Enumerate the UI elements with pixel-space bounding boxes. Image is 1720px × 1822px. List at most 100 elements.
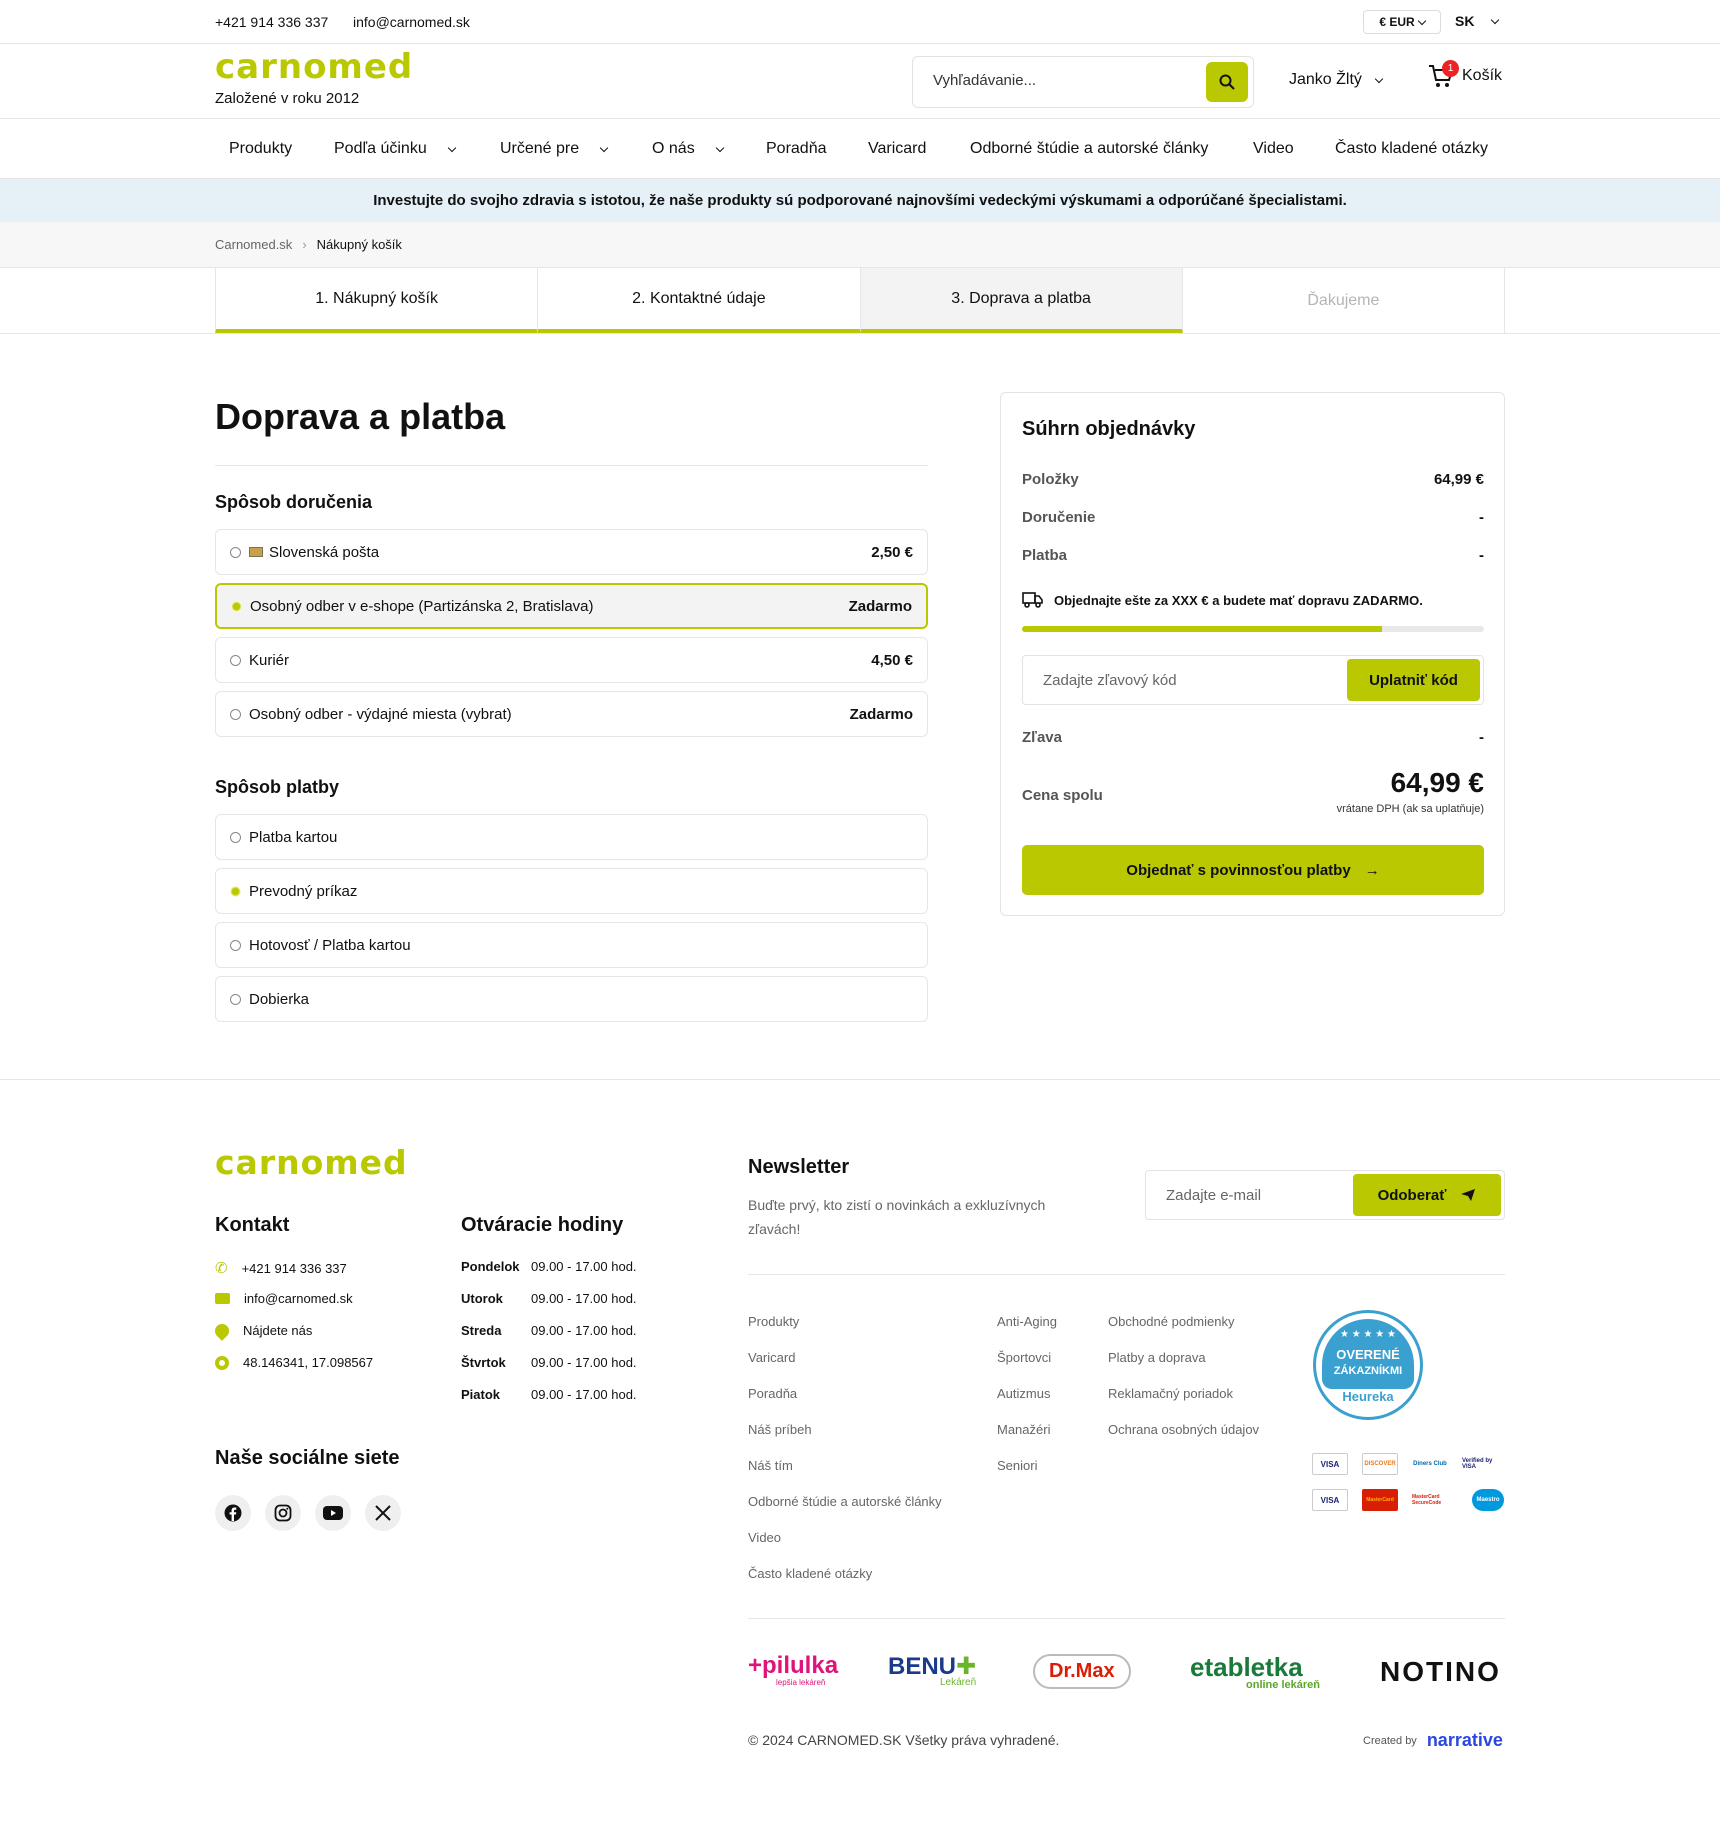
hours-day: Štvrtok (461, 1355, 506, 1370)
delivery-option-posta[interactable]: Slovenská pošta 2,50 € (215, 529, 928, 575)
topbar-email-link[interactable]: info@carnomed.sk (353, 14, 470, 30)
nav-faq[interactable]: Často kladené otázky (1335, 140, 1488, 158)
contact-location[interactable]: Nájdete nás (212, 1320, 312, 1341)
delivery-option-pickup-points[interactable]: Osobný odber - výdajné miesta (vybrat) Z… (215, 691, 928, 737)
user-menu[interactable]: Janko Žltý (1289, 71, 1384, 89)
footer-link[interactable]: Poradňa (748, 1386, 797, 1401)
footer-link[interactable]: Športovci (997, 1350, 1051, 1365)
mastercard-icon: MasterCard (1362, 1489, 1398, 1511)
footer-link[interactable]: Náš tím (748, 1458, 793, 1473)
coupon-input[interactable] (1043, 672, 1293, 689)
radio-button[interactable] (230, 546, 241, 558)
partner-drmax-logo[interactable]: Dr.Max (1033, 1654, 1131, 1689)
payment-option-card[interactable]: Platba kartou (215, 814, 928, 860)
footer-link[interactable]: Video (748, 1530, 781, 1545)
radio-button[interactable] (230, 939, 241, 951)
diners-club-icon: Diners Club (1413, 1461, 1447, 1467)
contact-email[interactable]: info@carnomed.sk (215, 1291, 353, 1306)
search-input[interactable] (933, 72, 1173, 89)
language-select[interactable]: SK (1455, 13, 1500, 29)
nav-label: Určené pre (500, 140, 580, 157)
nav-varicard[interactable]: Varicard (868, 140, 926, 158)
radio-button[interactable] (230, 708, 241, 720)
search-button[interactable] (1206, 62, 1248, 102)
partner-etabletka-logo[interactable]: etabletka online lekáreň (1190, 1652, 1320, 1691)
radio-button[interactable] (230, 654, 241, 666)
footer-link[interactable]: Produkty (748, 1314, 799, 1329)
step-shipping-payment[interactable]: 3. Doprava a platba (860, 268, 1183, 334)
hours-time: 09.00 - 17.00 hod. (531, 1355, 637, 1370)
user-name: Janko Žltý (1289, 71, 1362, 88)
nav-podla-ucinku[interactable]: Podľa účinku (334, 140, 456, 158)
nav-poradna[interactable]: Poradňa (766, 140, 827, 158)
nav-label: Odborné štúdie a autorské články (970, 140, 1209, 157)
delivery-option-eshop-pickup[interactable]: Osobný odber v e-shope (Partizánska 2, B… (215, 583, 928, 629)
partner-pilulka-logo[interactable]: +pilulka lepšia lekáreň (748, 1652, 838, 1687)
step-cart[interactable]: 1. Nákupný košík (215, 268, 539, 334)
verified-by-visa-icon: Verified by VISA (1462, 1458, 1493, 1470)
nav-produkty[interactable]: Produkty (229, 140, 292, 158)
copyright: © 2024 CARNOMED.SK Všetky práva vyhraden… (748, 1732, 1060, 1748)
option-label: Slovenská pošta (269, 543, 380, 561)
newsletter-email-input[interactable] (1166, 1187, 1336, 1204)
facebook-icon[interactable] (215, 1495, 251, 1531)
partner-name: +pilulka (748, 1652, 839, 1679)
partner-benu-logo[interactable]: BENU✚ Lekáreň (888, 1652, 976, 1688)
partner-name: BENU (888, 1653, 957, 1680)
summary-label: Zľava (1022, 729, 1062, 746)
payment-option-cash-card[interactable]: Hotovosť / Platba kartou (215, 922, 928, 968)
carnomed-footer-logo[interactable]: carnomed (215, 1147, 415, 1179)
place-order-button[interactable]: Objednať s povinnosťou platby → (1022, 845, 1484, 895)
footer-link[interactable]: Reklamačný poriadok (1108, 1386, 1233, 1401)
location-pin-icon (212, 1320, 232, 1341)
footer-link[interactable]: Náš príbeh (748, 1422, 812, 1437)
footer-link[interactable]: Autizmus (997, 1386, 1050, 1401)
agency-logo[interactable]: narrative (1427, 1730, 1503, 1751)
footer-link[interactable]: Seniori (997, 1458, 1037, 1473)
mail-icon (215, 1293, 230, 1304)
radio-button[interactable] (230, 993, 241, 1005)
footer-link[interactable]: Platby a doprava (1108, 1350, 1206, 1365)
footer-link[interactable]: Anti-Aging (997, 1314, 1057, 1329)
footer-link[interactable]: Často kladené otázky (748, 1566, 872, 1581)
contact-text: info@carnomed.sk (244, 1291, 353, 1306)
nav-o-nas[interactable]: O nás (652, 140, 724, 158)
tagline: Založené v roku 2012 (215, 90, 360, 107)
nav-urcene-pre[interactable]: Určené pre (500, 140, 609, 158)
currency-select[interactable]: € EUR (1363, 10, 1441, 34)
radio-button-selected[interactable] (231, 600, 242, 612)
radio-button[interactable] (230, 831, 241, 843)
delivery-option-courier[interactable]: Kuriér 4,50 € (215, 637, 928, 683)
footer-link[interactable]: Ochrana osobných údajov (1108, 1422, 1259, 1437)
hours-row: Utorok 09.00 - 17.00 hod. (461, 1291, 637, 1306)
topbar-phone-link[interactable]: +421 914 336 337 (215, 14, 328, 30)
footer-link[interactable]: Varicard (748, 1350, 795, 1365)
carnomed-logo[interactable]: carnomed (215, 50, 415, 84)
instagram-icon[interactable] (265, 1495, 301, 1531)
partner-notino-logo[interactable]: NOTINO (1380, 1656, 1501, 1688)
footer-link[interactable]: Odborné štúdie a autorské články (748, 1494, 942, 1509)
youtube-icon[interactable] (315, 1495, 351, 1531)
nav-video[interactable]: Video (1253, 140, 1294, 158)
radio-button-selected[interactable] (230, 885, 241, 897)
subscribe-button[interactable]: Odoberať (1353, 1174, 1501, 1216)
x-twitter-icon[interactable] (365, 1495, 401, 1531)
nav-odborne-studie[interactable]: Odborné štúdie a autorské články (970, 140, 1208, 158)
payment-option-cod[interactable]: Dobierka (215, 976, 928, 1022)
chevron-down-icon (599, 143, 609, 152)
footer-link[interactable]: Obchodné podmienky (1108, 1314, 1234, 1329)
heureka-badge[interactable]: ★ ★ ★ ★ ★ OVERENÉ ZÁKAZNÍKMI Heureka (1313, 1310, 1423, 1420)
summary-label: Doručenie (1022, 509, 1096, 526)
cart-button[interactable]: 1 Košík (1428, 60, 1502, 88)
main-nav: Produkty Podľa účinku Určené pre O nás P… (0, 119, 1720, 179)
partner-name: Dr.Max (1049, 1660, 1115, 1682)
apply-coupon-button[interactable]: Uplatniť kód (1347, 659, 1480, 701)
truck-icon (1022, 592, 1043, 608)
breadcrumb-home[interactable]: Carnomed.sk (215, 237, 292, 252)
step-contact[interactable]: 2. Kontaktné údaje (538, 268, 861, 334)
contact-phone[interactable]: ✆ +421 914 336 337 (215, 1259, 347, 1277)
payment-option-transfer[interactable]: Prevodný príkaz (215, 868, 928, 914)
footer-link[interactable]: Manažéri (997, 1422, 1050, 1437)
chevron-right-icon: › (302, 237, 307, 252)
partner-name: etabletka (1190, 1652, 1303, 1682)
